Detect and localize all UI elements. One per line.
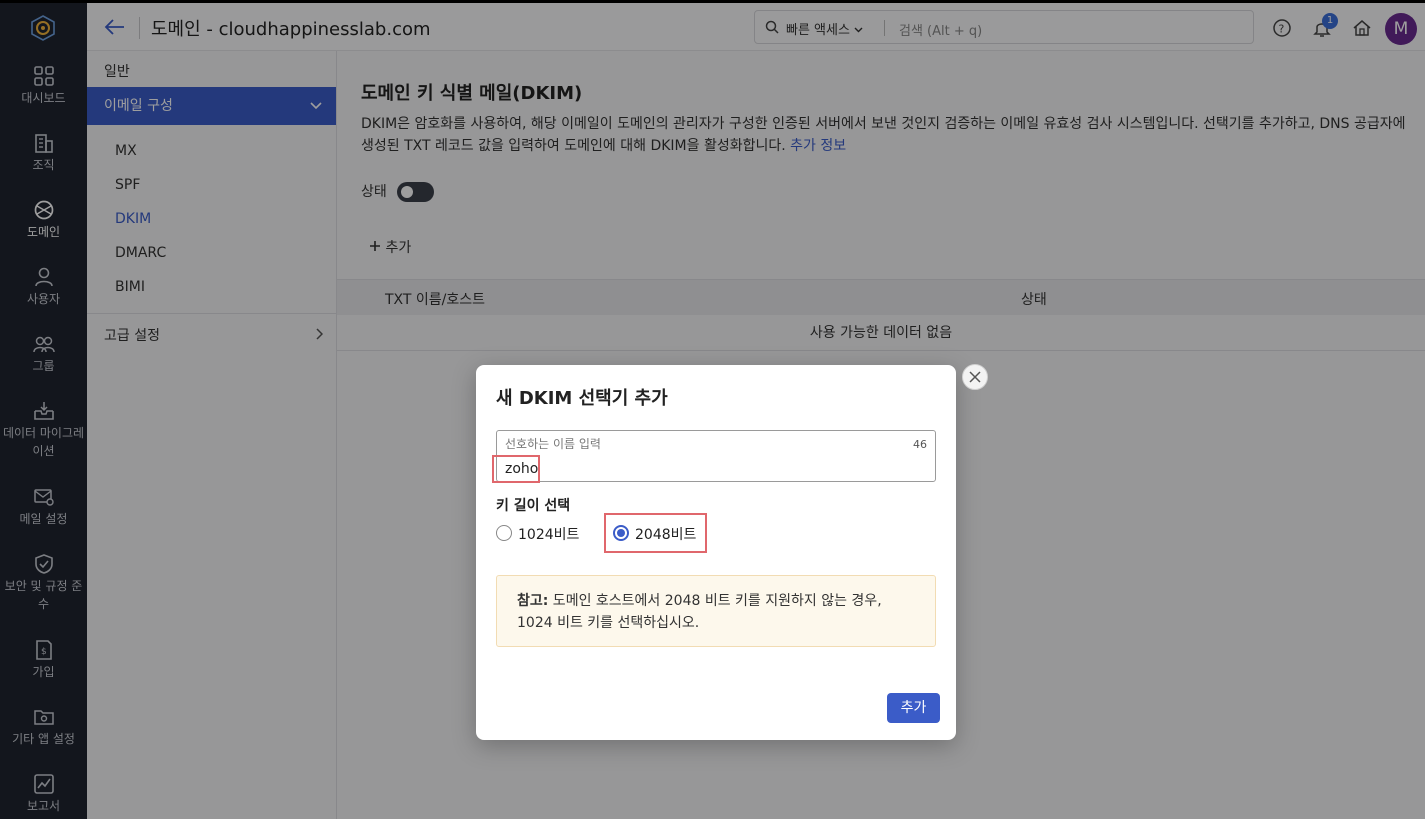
radio-1024-bit[interactable] (496, 525, 512, 541)
character-counter: 46 (913, 438, 927, 451)
highlight-box-selector-name (492, 455, 540, 483)
note-text: 도메인 호스트에서 2048 비트 키를 지원하지 않는 경우, 1024 비트… (517, 593, 882, 631)
add-dkim-selector-dialog: 새 DKIM 선택기 추가 선호하는 이름 입력 46 zoho 키 길이 선택… (476, 365, 956, 740)
note-prefix: 참고: (517, 593, 549, 609)
key-length-label: 키 길이 선택 (496, 498, 571, 514)
close-icon (969, 371, 981, 383)
note-box: 참고: 도메인 호스트에서 2048 비트 키를 지원하지 않는 경우, 102… (496, 575, 936, 647)
selector-name-label: 선호하는 이름 입력 (505, 437, 601, 451)
dialog-close-button[interactable] (962, 364, 988, 390)
selector-name-field[interactable]: 선호하는 이름 입력 46 zoho (496, 430, 936, 482)
highlight-box-2048-bit (604, 513, 707, 553)
dialog-title: 새 DKIM 선택기 추가 (496, 388, 668, 409)
radio-1024-label[interactable]: 1024비트 (518, 524, 579, 544)
dialog-add-button[interactable]: 추가 (887, 693, 940, 723)
